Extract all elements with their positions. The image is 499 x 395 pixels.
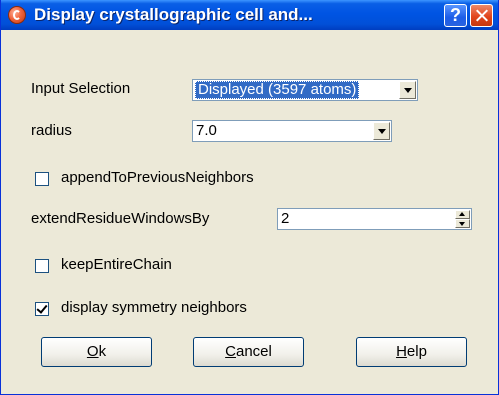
title-help-button[interactable]: ?	[444, 4, 467, 27]
extend-residue-spinner[interactable]: 2	[277, 208, 472, 230]
input-selection-value: Displayed (3597 atoms)	[195, 81, 360, 99]
append-to-previous-checkbox[interactable]	[35, 172, 49, 186]
app-icon	[8, 6, 26, 24]
chevron-down-icon[interactable]	[399, 81, 416, 99]
display-symmetry-checkbox[interactable]	[35, 302, 49, 316]
radius-dropdown[interactable]: 7.0	[192, 120, 392, 142]
title-bar[interactable]: Display crystallographic cell and... ?	[1, 0, 498, 30]
cancel-label: ancel	[235, 343, 272, 360]
help-mnemonic: H	[396, 343, 407, 360]
radius-value: 7.0	[196, 122, 217, 139]
input-selection-dropdown[interactable]: Displayed (3597 atoms)	[192, 79, 418, 101]
cancel-mnemonic: C	[225, 343, 236, 360]
cancel-button[interactable]: Cancel	[193, 337, 304, 367]
help-button[interactable]: Help	[356, 337, 467, 367]
append-to-previous-label: appendToPreviousNeighbors	[61, 169, 254, 186]
extend-residue-value: 2	[281, 210, 290, 227]
close-button[interactable]	[470, 4, 493, 27]
help-label: elp	[406, 343, 427, 360]
ok-button[interactable]: Ok	[41, 337, 152, 367]
keep-entire-chain-label: keepEntireChain	[61, 256, 172, 273]
chevron-down-icon[interactable]	[373, 122, 390, 140]
dialog-window: Display crystallographic cell and... ? I…	[0, 0, 499, 395]
extend-residue-label: extendResidueWindowsBy	[31, 210, 210, 227]
ok-mnemonic: O	[86, 343, 99, 360]
display-symmetry-label: display symmetry neighbors	[61, 299, 247, 316]
spin-up-icon[interactable]	[455, 210, 470, 219]
radius-label: radius	[31, 122, 72, 139]
ok-label: k	[98, 343, 107, 360]
input-selection-label: Input Selection	[31, 80, 131, 97]
window-title: Display crystallographic cell and...	[34, 5, 313, 24]
keep-entire-chain-checkbox[interactable]	[35, 259, 49, 273]
spin-down-icon[interactable]	[455, 219, 470, 228]
